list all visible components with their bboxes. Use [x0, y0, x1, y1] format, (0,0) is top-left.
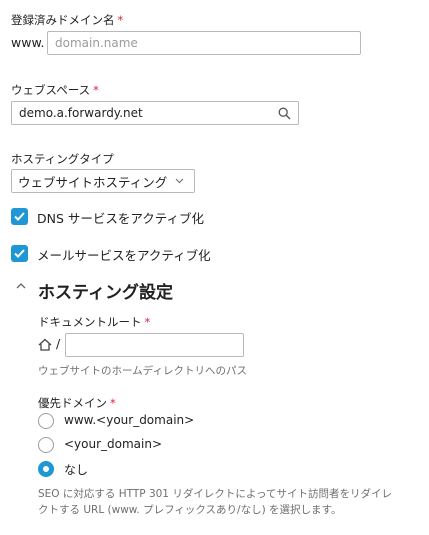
- webspace-combobox[interactable]: demo.a.forwardy.net: [11, 101, 299, 125]
- radio-none-label[interactable]: なし: [64, 461, 88, 478]
- required-mark: *: [93, 83, 99, 97]
- webspace-value: demo.a.forwardy.net: [19, 106, 143, 120]
- mail-checkbox-label[interactable]: メールサービスをアクティブ化: [37, 245, 211, 264]
- radio-none[interactable]: [38, 461, 54, 477]
- document-root-hint: ウェブサイトのホームディレクトリへのパス: [38, 365, 247, 377]
- collapse-chevron-icon[interactable]: [16, 282, 26, 289]
- document-root-prefix: /: [56, 336, 61, 351]
- preferred-domain-hint-line-2: クトする URL (www. プレフィックスあり/なし) を選択します。: [38, 504, 342, 516]
- home-icon: [38, 338, 52, 351]
- required-mark: *: [117, 13, 124, 27]
- webspace-label: ウェブスペース *: [11, 83, 99, 97]
- preferred-domain-label: 優先ドメイン *: [38, 396, 116, 410]
- hosting-type-select[interactable]: ウェブサイトホスティング: [11, 169, 195, 193]
- search-icon[interactable]: [278, 107, 291, 120]
- hosting-type-label: ホスティングタイプ: [11, 152, 114, 166]
- document-root-input[interactable]: [65, 333, 244, 357]
- domain-label: 登録済みドメイン名 *: [11, 13, 124, 27]
- document-root-label: ドキュメントルート *: [38, 315, 151, 329]
- hosting-type-value: ウェブサイトホスティング: [18, 174, 168, 190]
- required-mark: *: [144, 315, 151, 329]
- preferred-domain-hint-line-1: SEO に対応する HTTP 301 リダイレクトによってサイト訪問者をリダイレ: [38, 488, 392, 500]
- radio-www-domain[interactable]: [38, 413, 54, 429]
- check-icon: [14, 249, 25, 258]
- domain-name-input[interactable]: domain.name: [47, 31, 361, 55]
- domain-prefix: www.: [11, 35, 45, 50]
- radio-www-domain-label[interactable]: www.<your_domain>: [64, 413, 194, 427]
- dns-checkbox-label[interactable]: DNS サービスをアクティブ化: [37, 208, 204, 227]
- domain-placeholder: domain.name: [55, 36, 138, 50]
- check-icon: [14, 212, 25, 221]
- required-mark: *: [110, 396, 116, 410]
- radio-domain-label[interactable]: <your_domain>: [64, 437, 162, 451]
- chevron-down-icon: [175, 178, 184, 184]
- radio-domain[interactable]: [38, 437, 54, 453]
- dns-checkbox[interactable]: [11, 208, 28, 225]
- hosting-settings-title[interactable]: ホスティング設定: [38, 278, 173, 303]
- mail-checkbox[interactable]: [11, 245, 28, 262]
